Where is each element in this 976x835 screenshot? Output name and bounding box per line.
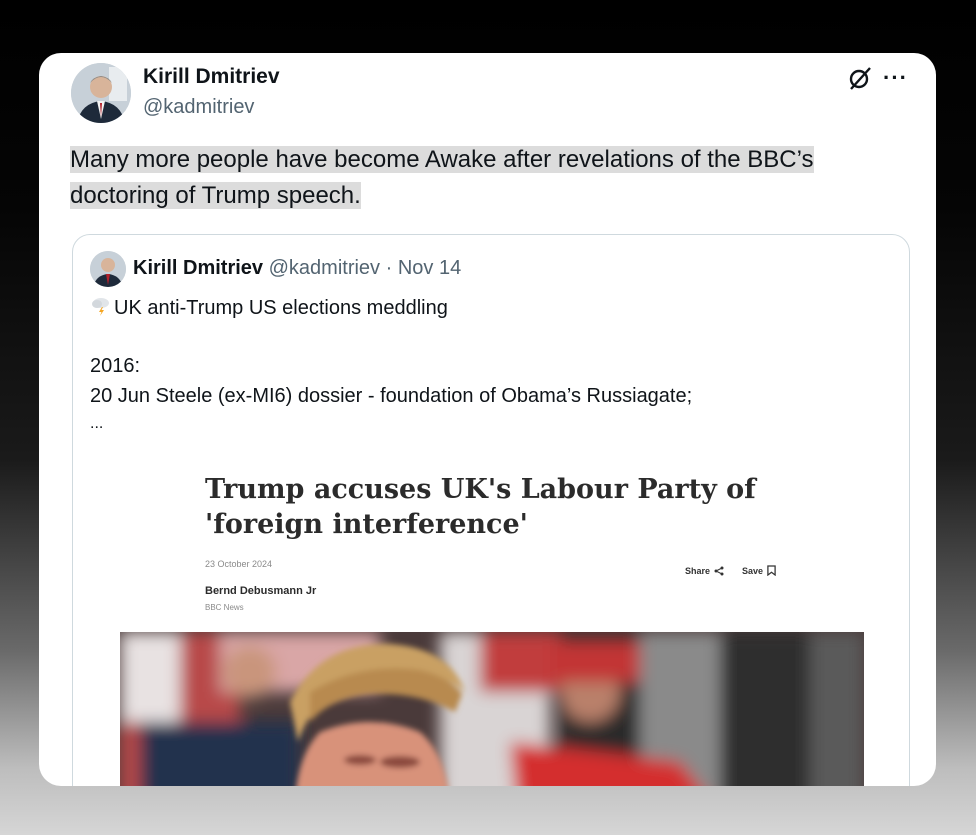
article-date: 23 October 2024 bbox=[205, 559, 273, 569]
article-save-label: Save bbox=[742, 565, 764, 576]
quoted-post-header: Kirill Dmitriev @kadmitriev · Nov 14 bbox=[133, 257, 461, 280]
author-handle[interactable]: @kadmitriev bbox=[143, 96, 254, 119]
quoted-line-4: ... bbox=[90, 415, 104, 432]
more-icon[interactable]: ··· bbox=[883, 65, 908, 91]
storm-cloud-icon bbox=[90, 295, 112, 317]
article-photo bbox=[120, 632, 864, 786]
author-name[interactable]: Kirill Dmitriev bbox=[143, 65, 280, 89]
quoted-author-handle[interactable]: @kadmitriev bbox=[269, 257, 380, 279]
quoted-line-1: UK anti-Trump US elections meddling bbox=[90, 295, 448, 320]
article-title: Trump accuses UK's Labour Party of 'fore… bbox=[205, 474, 756, 540]
quoted-author-avatar[interactable] bbox=[90, 251, 126, 287]
post-card[interactable]: Kirill Dmitriev @kadmitriev ··· Many mor… bbox=[39, 53, 936, 786]
grok-icon[interactable] bbox=[847, 65, 873, 91]
article-share-label: Share bbox=[685, 565, 711, 576]
separator-dot: · bbox=[385, 257, 393, 279]
author-avatar[interactable] bbox=[71, 63, 131, 123]
quoted-line-1-text: UK anti-Trump US elections meddling bbox=[114, 297, 448, 319]
article-share: Share bbox=[685, 565, 724, 576]
article-save: Save bbox=[742, 565, 776, 576]
quoted-post[interactable]: Kirill Dmitriev @kadmitriev · Nov 14 UK … bbox=[72, 234, 910, 786]
post-actions: ··· bbox=[847, 65, 908, 91]
article-screenshot[interactable]: Trump accuses UK's Labour Party of 'fore… bbox=[120, 450, 864, 786]
article-actions: Share Save bbox=[685, 565, 776, 576]
quoted-post-date[interactable]: Nov 14 bbox=[398, 257, 461, 279]
share-icon bbox=[714, 566, 724, 575]
article-outlet: BBC News bbox=[205, 603, 244, 612]
quoted-line-2: 2016: bbox=[90, 355, 141, 377]
bookmark-icon bbox=[767, 565, 776, 576]
post-text-content: Many more people have become Awake after… bbox=[70, 146, 814, 209]
article-author: Bernd Debusmann Jr bbox=[205, 585, 317, 597]
quoted-line-3: 20 Jun Steele (ex-MI6) dossier - foundat… bbox=[90, 385, 693, 407]
quoted-author-name[interactable]: Kirill Dmitriev bbox=[133, 257, 263, 279]
post-text: Many more people have become Awake after… bbox=[70, 142, 890, 214]
